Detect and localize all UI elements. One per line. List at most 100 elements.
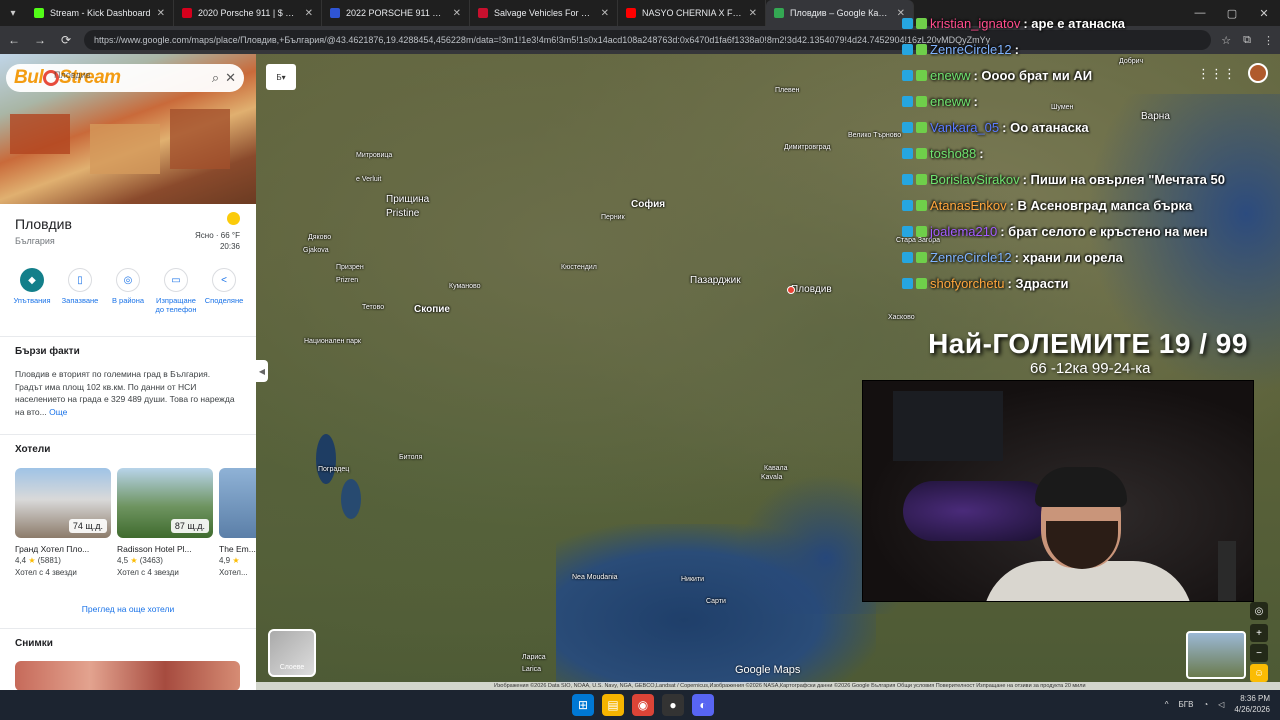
label-dimitrovgrad[interactable]: Димитровград [784, 144, 831, 151]
photos-title: Снимки [15, 638, 53, 649]
browser-tab[interactable]: Пловдив – Google Карти ✕ [766, 0, 914, 26]
plovdiv-pin[interactable] [787, 286, 795, 294]
tab-search-icon[interactable]: ▾ [0, 0, 26, 26]
label-veliko-tarnovo[interactable]: Велико Търново [848, 132, 901, 139]
layers-button[interactable]: Слоеве [268, 629, 316, 677]
more-hotels-link[interactable]: Преглед на още хотели [0, 604, 256, 614]
close-icon[interactable]: ✕ [225, 70, 236, 86]
chat-badge-icon [902, 43, 913, 55]
chat-badge-icon [916, 199, 927, 211]
label-pernik[interactable]: Перник [601, 214, 625, 221]
label-national-park[interactable]: Национален парк [304, 338, 361, 345]
forward-icon[interactable]: → [32, 33, 48, 47]
tab-close-icon[interactable]: ✕ [453, 8, 461, 19]
label-bitola[interactable]: Битоля [399, 454, 422, 461]
chat-username: shofyorchetu [930, 275, 1005, 291]
chat-text: : [973, 93, 978, 109]
collapse-panel-button[interactable]: ◀ [256, 360, 268, 382]
tab-close-icon[interactable]: ✕ [157, 8, 165, 19]
chat-message: tosho88: [902, 140, 1280, 166]
label-skopje[interactable]: Скопие [414, 304, 450, 315]
clock-time: 8:36 PM [1240, 694, 1270, 703]
action-button[interactable]: ▯ Запазване [56, 268, 104, 314]
place-title: Пловдив [15, 216, 72, 232]
label-prishtina[interactable]: Прищина [386, 194, 429, 205]
action-icon: ▯ [68, 268, 92, 292]
language-indicator[interactable]: БГВ [1178, 700, 1193, 709]
street-view-thumbnail[interactable] [1186, 631, 1246, 679]
pegman-icon[interactable]: ☺ [1250, 664, 1268, 682]
clock[interactable]: 8:36 PM 4/26/2026 [1234, 693, 1270, 715]
stream-chat-overlay: kristian_ignatov: аре е атанаска ZenreCir… [902, 10, 1280, 295]
browser-tab[interactable]: Salvage Vehicles For Sale | IAA ✕ [470, 0, 618, 26]
browser-tab[interactable]: 2022 PORSCHE 911 TURBO | Eri ✕ [322, 0, 470, 26]
label-sofia[interactable]: София [631, 199, 665, 210]
label-pristine[interactable]: Pristine [386, 208, 419, 219]
browser-tab[interactable]: Stream - Kick Dashboard ✕ [26, 0, 174, 26]
hotel-rating-value: 4,9 [219, 556, 231, 565]
hotel-card[interactable]: The Em... 4,9 ★ Хотел... [219, 468, 256, 579]
locate-me-icon[interactable]: ◎ [1250, 602, 1268, 620]
action-button[interactable]: ◆ Упътвания [8, 268, 56, 314]
browser-tab[interactable]: NASYO CHERNIA X FURY X ✕ [618, 0, 766, 26]
label-dyakovo[interactable]: Дяково [308, 234, 331, 241]
weather-time: 20:36 [219, 242, 240, 251]
label-gjakova[interactable]: Gjakova [303, 247, 329, 254]
label-pazardzhik[interactable]: Пазарджик [690, 275, 741, 286]
label-larisa-bg[interactable]: Лариса [522, 654, 546, 661]
label-kyustendil[interactable]: Кюстендил [561, 264, 597, 271]
search-input[interactable]: Пловдив [54, 70, 91, 80]
action-button[interactable]: < Споделяне [200, 268, 248, 314]
wifi-icon[interactable]: ◔ [1203, 700, 1208, 709]
windows-start-icon[interactable]: ⊞ [572, 694, 594, 716]
volume-icon[interactable]: ◁ [1218, 700, 1224, 709]
label-verluit[interactable]: e Verluit [356, 176, 381, 183]
map-search-box[interactable]: Bul Stream Пловдив ⌕ ✕ [6, 64, 244, 92]
label-prizren-latin[interactable]: Prizren [336, 277, 358, 284]
photos-thumbnail[interactable] [15, 661, 240, 690]
back-icon[interactable]: ← [6, 33, 22, 47]
label-mitrovica[interactable]: Митровица [356, 152, 392, 159]
divider [0, 434, 256, 435]
browser-tab[interactable]: 2020 Porsche 911 | $ 147,995 | ✕ [174, 0, 322, 26]
label-larisa[interactable]: Lariса [522, 666, 541, 673]
tray-chevron-icon[interactable]: ^ [1165, 700, 1169, 709]
map-type-toggle[interactable]: Б ▾ [266, 64, 296, 90]
chat-message: AtanasEnkov: В Асеновград мапса бърка [902, 192, 1280, 218]
label-pleven[interactable]: Плевен [775, 87, 799, 94]
label-nea-moudania[interactable]: Nea Moudania [572, 574, 618, 581]
reload-icon[interactable]: ⟳ [58, 33, 74, 47]
chrome-icon[interactable]: ◉ [632, 694, 654, 716]
label-kavala[interactable]: Kavala [761, 474, 782, 481]
label-prizren[interactable]: Призрен [336, 264, 364, 271]
hotel-card[interactable]: 74 щ.д. Гранд Хотел Пло... 4,4 ★ (5881) … [15, 468, 111, 579]
windows-taskbar: ⊞ ▤ ◉ ● ◐ ^ БГВ ◔ ◁ 8:36 PM 4/26/2026 [0, 690, 1280, 720]
label-plovdiv[interactable]: Пловдив [791, 284, 832, 295]
tab-title: 2022 PORSCHE 911 TURBO | Eri [346, 8, 447, 18]
hotel-card[interactable]: 87 щ.д. Radisson Hotel Pl... 4,5 ★ (3463… [117, 468, 213, 579]
action-button[interactable]: ▭ Изпращане до телефон [152, 268, 200, 314]
obs-icon[interactable]: ● [662, 694, 684, 716]
tab-close-icon[interactable]: ✕ [305, 8, 313, 19]
zoom-in-button[interactable]: + [1250, 624, 1268, 642]
facts-more-link[interactable]: Още [49, 407, 67, 417]
tab-close-icon[interactable]: ✕ [749, 8, 757, 19]
chat-text: : Оооо брат ми АИ [973, 67, 1093, 83]
label-haskovo[interactable]: Хасково [888, 314, 915, 321]
hotel-review-count: (5881) [37, 556, 61, 565]
label-tetovo[interactable]: Тетово [362, 304, 384, 311]
chat-text: : храни ли орела [1014, 249, 1123, 265]
discord-icon[interactable]: ◐ [692, 694, 714, 716]
label-sarti[interactable]: Сарти [706, 598, 726, 605]
tab-close-icon[interactable]: ✕ [601, 8, 609, 19]
label-kumanovo[interactable]: Куманово [449, 283, 481, 290]
zoom-out-button[interactable]: − [1250, 644, 1268, 662]
label-kavala-bg[interactable]: Кавала [764, 465, 787, 472]
tab-favicon-icon [478, 8, 488, 18]
action-button[interactable]: ◎ В района [104, 268, 152, 314]
label-nikiti[interactable]: Никити [681, 576, 704, 583]
file-explorer-icon[interactable]: ▤ [602, 694, 624, 716]
label-pogradec[interactable]: Поградец [318, 466, 349, 473]
place-hero-image[interactable]: Bul Stream Пловдив ⌕ ✕ [0, 54, 256, 204]
search-icon[interactable]: ⌕ [212, 70, 219, 86]
